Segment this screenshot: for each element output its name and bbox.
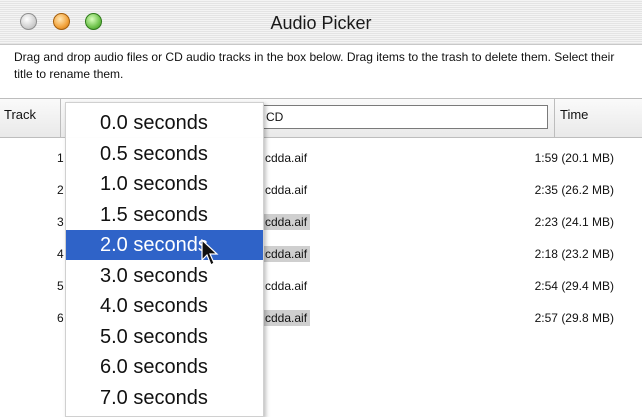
track-duration: 2:23 (24.1 MB) [534, 215, 614, 229]
pause-duration-menu[interactable]: 0.0 seconds 0.5 seconds 1.0 seconds 1.5 sec… [65, 102, 264, 417]
track-duration: 2:57 (29.8 MB) [534, 311, 614, 325]
track-filename[interactable]: cdda.aif [262, 278, 310, 294]
track-number: 1 [57, 151, 64, 165]
mouse-pointer-icon [201, 239, 219, 266]
track-number: 3 [57, 215, 64, 229]
menu-item[interactable]: 3.0 seconds [66, 261, 263, 291]
menu-item[interactable]: 7.0 seconds [66, 383, 263, 413]
menu-item[interactable]: 1.5 seconds [66, 200, 263, 230]
menu-item[interactable]: 0.5 seconds [66, 139, 263, 169]
track-duration: 2:54 (29.4 MB) [534, 279, 614, 293]
track-filename[interactable]: cdda.aif [262, 214, 311, 230]
track-duration: 2:18 (23.2 MB) [534, 247, 614, 261]
menu-item[interactable]: 6.0 seconds [66, 352, 263, 382]
column-divider [554, 99, 555, 137]
menu-item[interactable]: 0.0 seconds [66, 108, 263, 138]
window-titlebar: Audio Picker [0, 0, 642, 45]
menu-item[interactable]: 5.0 seconds [66, 322, 263, 352]
track-filename[interactable]: cdda.aif [262, 246, 311, 262]
track-duration: 1:59 (20.1 MB) [534, 151, 614, 165]
track-filename[interactable]: cdda.aif [262, 182, 310, 198]
track-number: 5 [57, 279, 64, 293]
track-filename[interactable]: cdda.aif [262, 150, 310, 166]
menu-item[interactable]: 2.0 seconds [66, 230, 263, 260]
window-title: Audio Picker [270, 13, 372, 33]
column-header-track[interactable]: Track [4, 107, 36, 122]
column-header-time[interactable]: Time [560, 107, 588, 122]
menu-item[interactable]: 1.0 seconds [66, 169, 263, 199]
track-number: 4 [57, 247, 64, 261]
track-duration: 2:35 (26.2 MB) [534, 183, 614, 197]
track-number: 2 [57, 183, 64, 197]
track-number: 6 [57, 311, 64, 325]
track-filename[interactable]: cdda.aif [262, 310, 311, 326]
column-divider [60, 99, 61, 137]
title-field[interactable]: CD [262, 105, 548, 129]
instructions-text: Drag and drop audio files or CD audio tr… [14, 50, 615, 81]
menu-item[interactable]: 4.0 seconds [66, 291, 263, 321]
